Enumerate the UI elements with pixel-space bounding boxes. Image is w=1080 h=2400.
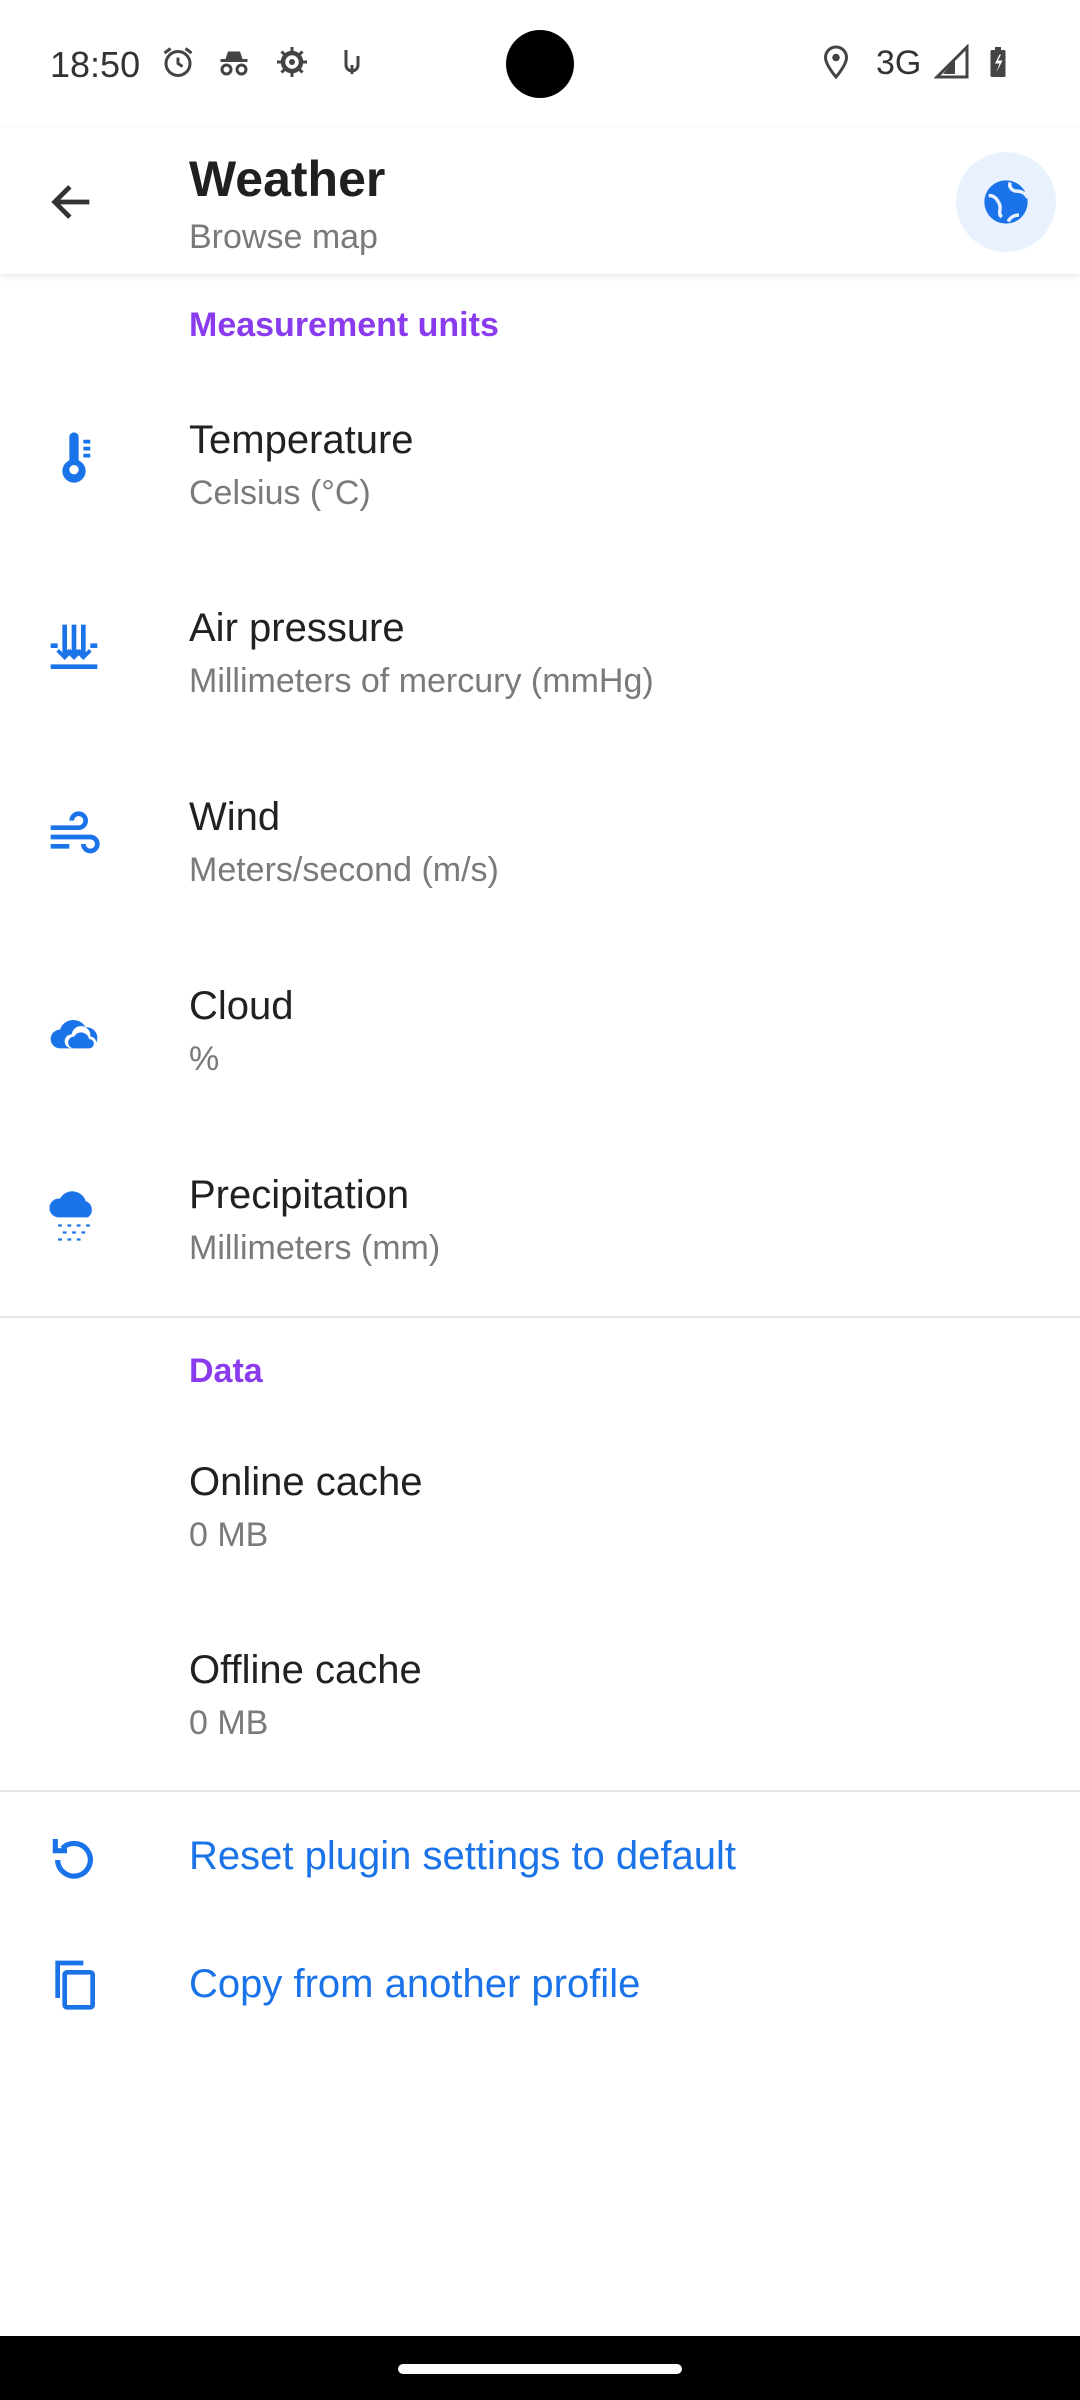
reset-settings-label: Reset plugin settings to default <box>189 1834 737 1878</box>
data-header: Data <box>189 1352 263 1390</box>
globe-icon <box>984 180 1030 224</box>
system-navigation-bar <box>0 2336 1080 2400</box>
cloud-icon <box>50 1019 98 1049</box>
wind-icon <box>50 811 100 854</box>
incognito-icon <box>220 51 248 76</box>
temperature-label: Temperature <box>189 418 414 462</box>
page-subtitle: Browse map <box>189 218 378 256</box>
offline-cache-value: 0 MB <box>189 1704 269 1742</box>
temperature-value: Celsius (°C) <box>189 474 371 512</box>
status-time: 18:50 <box>50 44 141 85</box>
online-cache-item[interactable]: Online cache 0 MB <box>0 1430 1080 1620</box>
cloud-label: Cloud <box>189 984 294 1028</box>
signal-icon <box>934 44 969 79</box>
reset-icon <box>52 1839 93 1879</box>
status-bar: 18:50 3G <box>0 0 1080 128</box>
wind-item[interactable]: Wind Meters/second (m/s) <box>0 749 1080 939</box>
settings-icon <box>277 47 307 77</box>
precipitation-value: Millimeters (mm) <box>189 1229 441 1267</box>
top-app-bar: Weather Browse map <box>0 128 1080 274</box>
arrow-back-icon[interactable] <box>46 176 98 228</box>
cloud-item[interactable]: Cloud % <box>0 938 1080 1128</box>
browse-map-button[interactable] <box>956 152 1056 252</box>
precipitation-icon <box>49 1191 92 1241</box>
precipitation-label: Precipitation <box>189 1173 410 1217</box>
usb-icon <box>344 50 360 74</box>
measurement-units-header: Measurement units <box>189 306 499 344</box>
air-pressure-item[interactable]: Air pressure Millimeters of mercury (mmH… <box>0 560 1080 750</box>
temperature-item[interactable]: Temperature Celsius (°C) <box>0 370 1080 560</box>
copy-profile-label: Copy from another profile <box>189 1962 641 2006</box>
reset-settings-button[interactable]: Reset plugin settings to default <box>0 1800 1080 1920</box>
location-icon <box>823 45 849 80</box>
air-pressure-icon <box>50 624 98 669</box>
thermometer-icon <box>62 432 91 483</box>
copy-icon <box>55 1960 95 2010</box>
offline-cache-item[interactable]: Offline cache 0 MB <box>0 1620 1080 1810</box>
offline-cache-label: Offline cache <box>189 1648 422 1692</box>
network-type: 3G <box>876 44 922 82</box>
cloud-value: % <box>189 1040 220 1078</box>
online-cache-label: Online cache <box>189 1460 423 1504</box>
air-pressure-label: Air pressure <box>189 606 405 650</box>
home-gesture-handle[interactable] <box>398 2364 682 2374</box>
copy-profile-button[interactable]: Copy from another profile <box>0 1926 1080 2046</box>
page-title: Weather <box>189 151 386 207</box>
alarm-icon <box>163 47 193 77</box>
online-cache-value: 0 MB <box>189 1516 269 1554</box>
wind-label: Wind <box>189 795 281 839</box>
air-pressure-value: Millimeters of mercury (mmHg) <box>189 662 654 700</box>
precipitation-item[interactable]: Precipitation Millimeters (mm) <box>0 1127 1080 1317</box>
section-divider <box>0 1316 1080 1318</box>
wind-value: Meters/second (m/s) <box>189 851 499 889</box>
battery-icon <box>990 47 1006 77</box>
front-camera <box>506 30 574 98</box>
actions-divider <box>0 1790 1080 1792</box>
